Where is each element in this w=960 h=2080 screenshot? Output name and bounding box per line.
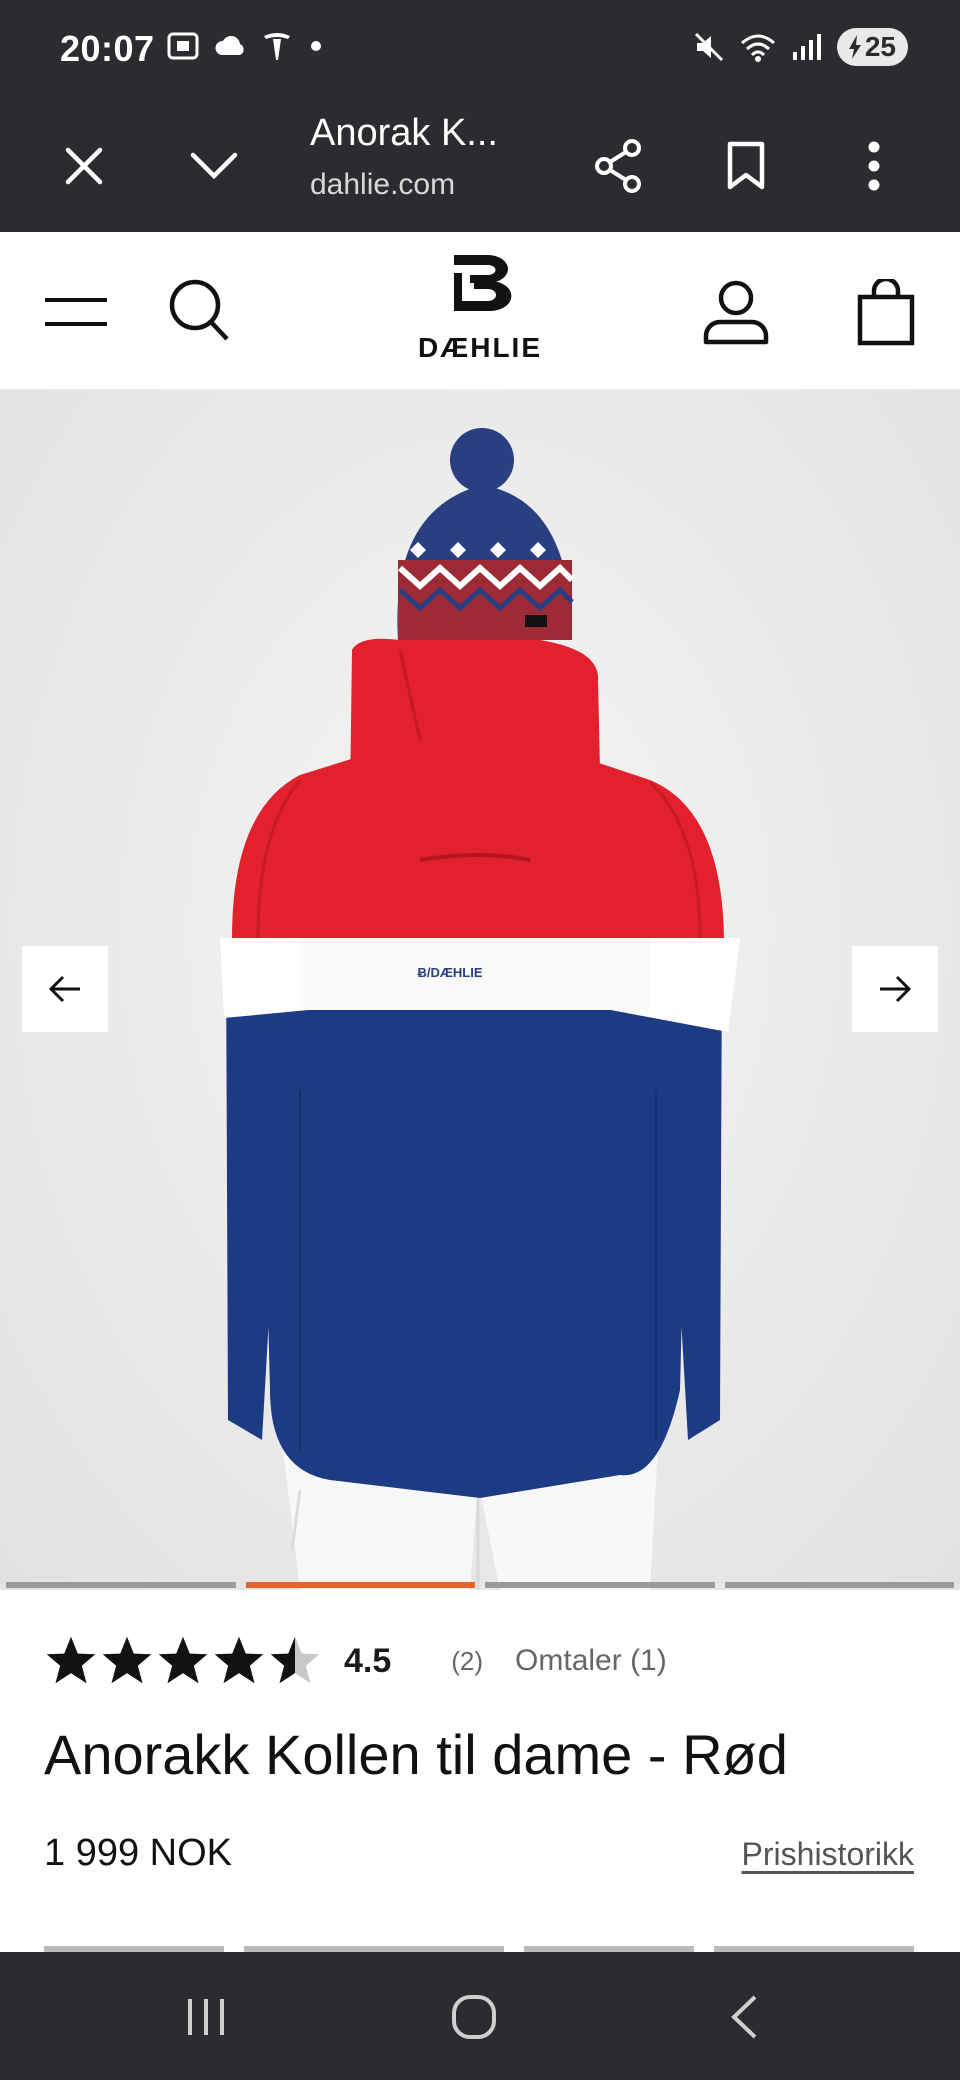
star-icon [102, 1636, 152, 1684]
daehlie-logo-icon [454, 255, 512, 311]
charging-icon [848, 35, 861, 59]
carousel-segment[interactable] [245, 1582, 475, 1588]
menu-button[interactable] [36, 272, 116, 352]
back-icon [731, 1995, 757, 2039]
account-button[interactable] [694, 268, 778, 358]
more-vert-icon [868, 141, 880, 191]
bookmark-icon [727, 141, 765, 190]
product-photo: Ƀ/DÆHLIE [220, 428, 740, 1590]
browser-toolbar: Anorak K... dahlie.com [0, 98, 960, 232]
battery-level: 25 [864, 31, 896, 62]
close-tab-button[interactable] [44, 126, 124, 206]
next-image-button[interactable] [852, 946, 938, 1032]
rating-count: (2) [451, 1645, 484, 1676]
share-icon [595, 139, 641, 193]
site-header: DÆHLIE [0, 232, 960, 390]
brand-name: DÆHLIE [418, 332, 542, 363]
share-button[interactable] [578, 126, 658, 206]
rating-value: 4.5 [344, 1641, 392, 1680]
system-nav-bar [0, 1952, 960, 2080]
minimize-button[interactable] [174, 126, 254, 206]
brand-logo[interactable] [440, 248, 520, 318]
star-icon [270, 1636, 320, 1684]
tesla-icon [264, 33, 290, 60]
menu-icon [45, 298, 107, 326]
star-icon [214, 1636, 264, 1684]
product-image-carousel[interactable]: Ƀ/DÆHLIE [0, 390, 960, 1590]
product-title: Anorakk Kollen til dame - Rød [44, 1723, 788, 1786]
bookmark-button[interactable] [706, 126, 786, 206]
page-domain: dahlie.com [310, 168, 456, 201]
chevron-down-icon [190, 152, 238, 180]
carousel-progress [0, 1582, 960, 1588]
more-options-button[interactable] [834, 126, 914, 206]
back-button[interactable] [704, 1982, 784, 2052]
status-time: 20:07 [60, 28, 155, 69]
status-bar: 20:07 25 [0, 0, 960, 98]
recent-apps-button[interactable] [166, 1982, 246, 2052]
search-icon [169, 279, 229, 341]
bag-icon [857, 279, 915, 346]
close-icon [65, 147, 103, 185]
wifi-icon [740, 34, 775, 62]
recent-apps-icon [188, 1999, 224, 2035]
mute-icon [694, 32, 723, 62]
search-button[interactable] [160, 266, 240, 356]
home-icon [452, 1995, 496, 2039]
price-history-link[interactable]: Prishistorikk [742, 1836, 914, 1873]
carousel-segment[interactable] [724, 1582, 954, 1588]
star-icon [158, 1636, 208, 1684]
reviews-link[interactable]: Omtaler (1) [515, 1644, 667, 1678]
status-system-icons: 25 [693, 28, 908, 66]
carousel-segment[interactable] [485, 1582, 715, 1588]
signal-icon [792, 34, 821, 60]
arrow-right-icon [880, 975, 912, 1003]
cart-button[interactable] [844, 268, 928, 358]
battery-indicator: 25 [836, 28, 908, 66]
screenshot-icon [167, 32, 199, 60]
previous-image-button[interactable] [22, 946, 108, 1032]
status-notification-icons [166, 30, 326, 62]
page-title: Anorak K... [310, 112, 498, 154]
arrow-left-icon [48, 975, 80, 1003]
rating-row: 4.5 (2) Omtaler (1) [44, 1634, 667, 1688]
rating-stars [44, 1634, 322, 1688]
jacket-logo-text: Ƀ/DÆHLIE [418, 965, 483, 980]
star-icon [46, 1636, 96, 1684]
dot-icon [311, 41, 321, 51]
product-price: 1 999 NOK [44, 1832, 232, 1874]
cloud-icon [215, 36, 244, 55]
user-icon [703, 280, 769, 345]
home-button[interactable] [434, 1982, 514, 2052]
carousel-segment[interactable] [6, 1582, 236, 1588]
